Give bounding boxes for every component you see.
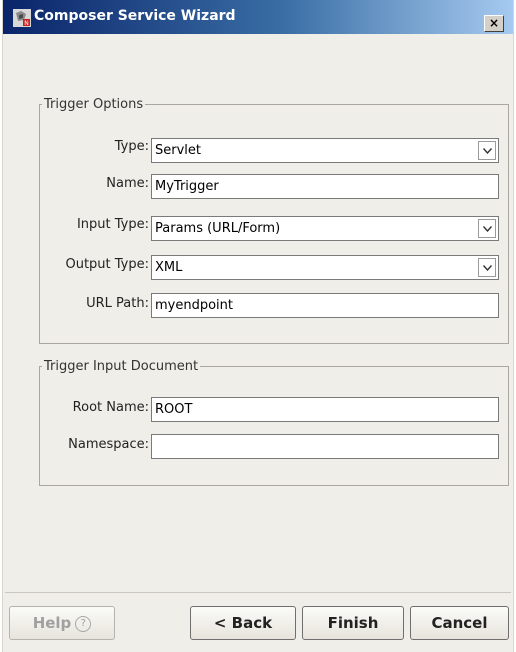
type-select[interactable]: Servlet <box>151 138 499 163</box>
root-name-input[interactable] <box>155 398 498 421</box>
help-button[interactable]: Help? <box>9 606 115 640</box>
trigger-input-document-legend: Trigger Input Document <box>44 359 199 374</box>
namespace-label: Namespace: <box>68 437 149 452</box>
trigger-options-legend: Trigger Options <box>44 97 144 112</box>
finish-button[interactable]: Finish <box>302 606 404 640</box>
window-title: Composer Service Wizard <box>34 8 236 24</box>
back-button-label: < Back <box>213 614 273 632</box>
output-type-label: Output Type: <box>65 257 149 272</box>
title-bar[interactable]: N Composer Service Wizard × <box>3 0 513 34</box>
input-type-label: Input Type: <box>76 217 149 232</box>
namespace-field[interactable] <box>151 434 499 459</box>
chevron-down-icon <box>483 148 492 154</box>
svg-text:N: N <box>24 20 29 27</box>
close-button[interactable]: × <box>484 15 504 32</box>
question-circle-icon: ? <box>75 616 92 632</box>
output-type-select[interactable]: XML <box>151 255 499 280</box>
root-name-field[interactable] <box>151 397 499 422</box>
root-name-label: Root Name: <box>72 400 149 415</box>
cancel-button[interactable]: Cancel <box>410 606 509 640</box>
name-input[interactable] <box>155 175 498 198</box>
help-button-label: Help <box>32 614 72 632</box>
output-type-dropdown-button[interactable] <box>478 258 496 277</box>
cancel-button-label: Cancel <box>431 614 488 632</box>
trigger-input-document-group: Trigger Input Document <box>39 359 509 486</box>
input-type-select-value: Params (URL/Form) <box>155 221 281 236</box>
chevron-down-icon <box>483 226 492 232</box>
input-type-dropdown-button[interactable] <box>478 219 496 238</box>
finish-button-label: Finish <box>327 614 379 632</box>
namespace-input[interactable] <box>155 435 498 458</box>
url-path-field[interactable] <box>151 293 499 318</box>
name-field[interactable] <box>151 174 499 199</box>
back-button[interactable]: < Back <box>190 606 296 640</box>
name-label: Name: <box>106 176 149 191</box>
chevron-down-icon <box>483 265 492 271</box>
close-icon: × <box>488 16 500 30</box>
url-path-input[interactable] <box>155 294 498 317</box>
type-dropdown-button[interactable] <box>478 141 496 160</box>
wizard-dialog: N Composer Service Wizard × Trigger Opti… <box>2 0 514 652</box>
input-type-select[interactable]: Params (URL/Form) <box>151 216 499 241</box>
type-label: Type: <box>114 139 149 154</box>
app-wizard-icon: N <box>13 9 31 27</box>
output-type-select-value: XML <box>155 260 183 275</box>
button-bar-divider <box>5 592 511 593</box>
type-select-value: Servlet <box>155 143 201 158</box>
url-path-label: URL Path: <box>86 296 149 311</box>
